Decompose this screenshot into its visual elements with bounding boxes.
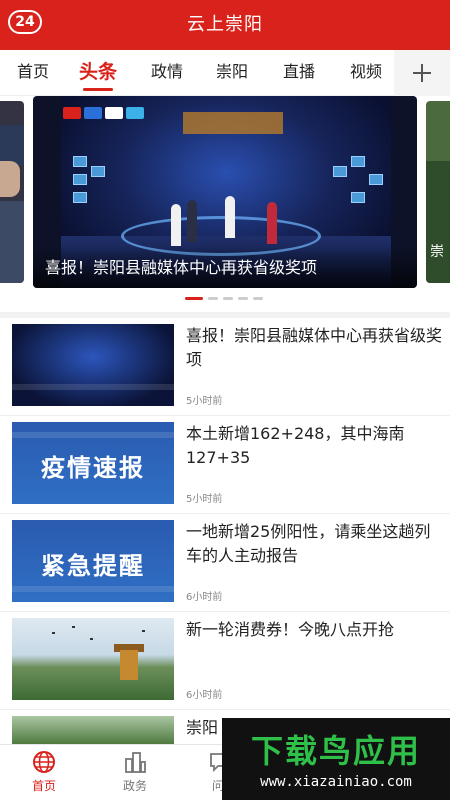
add-channel-button[interactable]: [394, 50, 450, 96]
tab-chongyang[interactable]: 崇阳: [209, 50, 255, 96]
broadcast-logos: [63, 104, 153, 119]
news-thumbnail: [12, 324, 174, 406]
next-slide-preview[interactable]: 崇: [426, 101, 450, 283]
tab-home[interactable]: 首页: [10, 50, 56, 96]
thumbnail-text: 疫情速报: [41, 454, 145, 482]
watermark: 下载鸟应用 www.xiazainiao.com: [222, 718, 450, 800]
news-time: 6小时前: [186, 592, 223, 603]
news-title: 喜报！崇阳县融媒体中心再获省级奖项: [186, 326, 443, 369]
news-time: 6小时前: [186, 690, 223, 701]
globe-icon: [33, 751, 55, 773]
stage-sign: [183, 112, 283, 134]
headline-carousel[interactable]: 崇 喜报！崇阳县融媒体中心再获省级奖项: [0, 96, 450, 310]
app-title: 云上崇阳: [187, 14, 263, 35]
news-thumbnail: [12, 716, 174, 744]
news-title: 本土新增162+248，其中海南127+35: [186, 424, 405, 467]
active-tab-indicator: [83, 88, 113, 91]
news-thumbnail: 紧急提醒: [12, 520, 174, 602]
nav-government[interactable]: 政务: [103, 745, 167, 800]
news-thumbnail: [12, 618, 174, 700]
previous-slide-preview[interactable]: [0, 101, 24, 283]
news-time: 5小时前: [186, 494, 223, 505]
news-title: 一地新增25例阳性，请乘坐这趟列车的人主动报告: [186, 522, 431, 565]
app-header: 24 云上崇阳: [0, 0, 450, 50]
nav-label: 首页: [31, 779, 56, 793]
news-time: 5小时前: [186, 396, 223, 407]
thumbnail-text: 紧急提醒: [41, 552, 145, 580]
nav-label: 政务: [122, 779, 147, 793]
building-icon: [125, 752, 146, 773]
carousel-slide[interactable]: 喜报！崇阳县融媒体中心再获省级奖项: [33, 96, 417, 288]
tab-politics[interactable]: 政情: [144, 50, 190, 96]
next-slide-caption: 崇: [430, 244, 444, 260]
watermark-url: www.xiazainiao.com: [260, 774, 412, 790]
tab-live[interactable]: 直播: [276, 50, 322, 96]
news-item[interactable]: 紧急提醒 一地新增25例阳性，请乘坐这趟列车的人主动报告 6小时前: [0, 514, 450, 612]
news-item[interactable]: 疫情速报 本土新增162+248，其中海南127+35 5小时前: [0, 416, 450, 514]
nav-home[interactable]: 首页: [12, 745, 76, 800]
news-title: 新一轮消费券！今晚八点开抢: [186, 620, 395, 639]
news-thumbnail: 疫情速报: [12, 422, 174, 504]
slide-caption: 喜报！崇阳县融媒体中心再获省级奖项: [45, 258, 318, 277]
plus-icon: [413, 64, 431, 82]
news-item[interactable]: 新一轮消费券！今晚八点开抢 6小时前: [0, 612, 450, 710]
tab-video[interactable]: 视频: [343, 50, 389, 96]
news-item[interactable]: 喜报！崇阳县融媒体中心再获省级奖项 5小时前: [0, 318, 450, 416]
channel-tabs: 首页 头条 政情 崇阳 直播 视频: [0, 50, 450, 96]
watermark-title: 下载鸟应用: [250, 732, 421, 770]
